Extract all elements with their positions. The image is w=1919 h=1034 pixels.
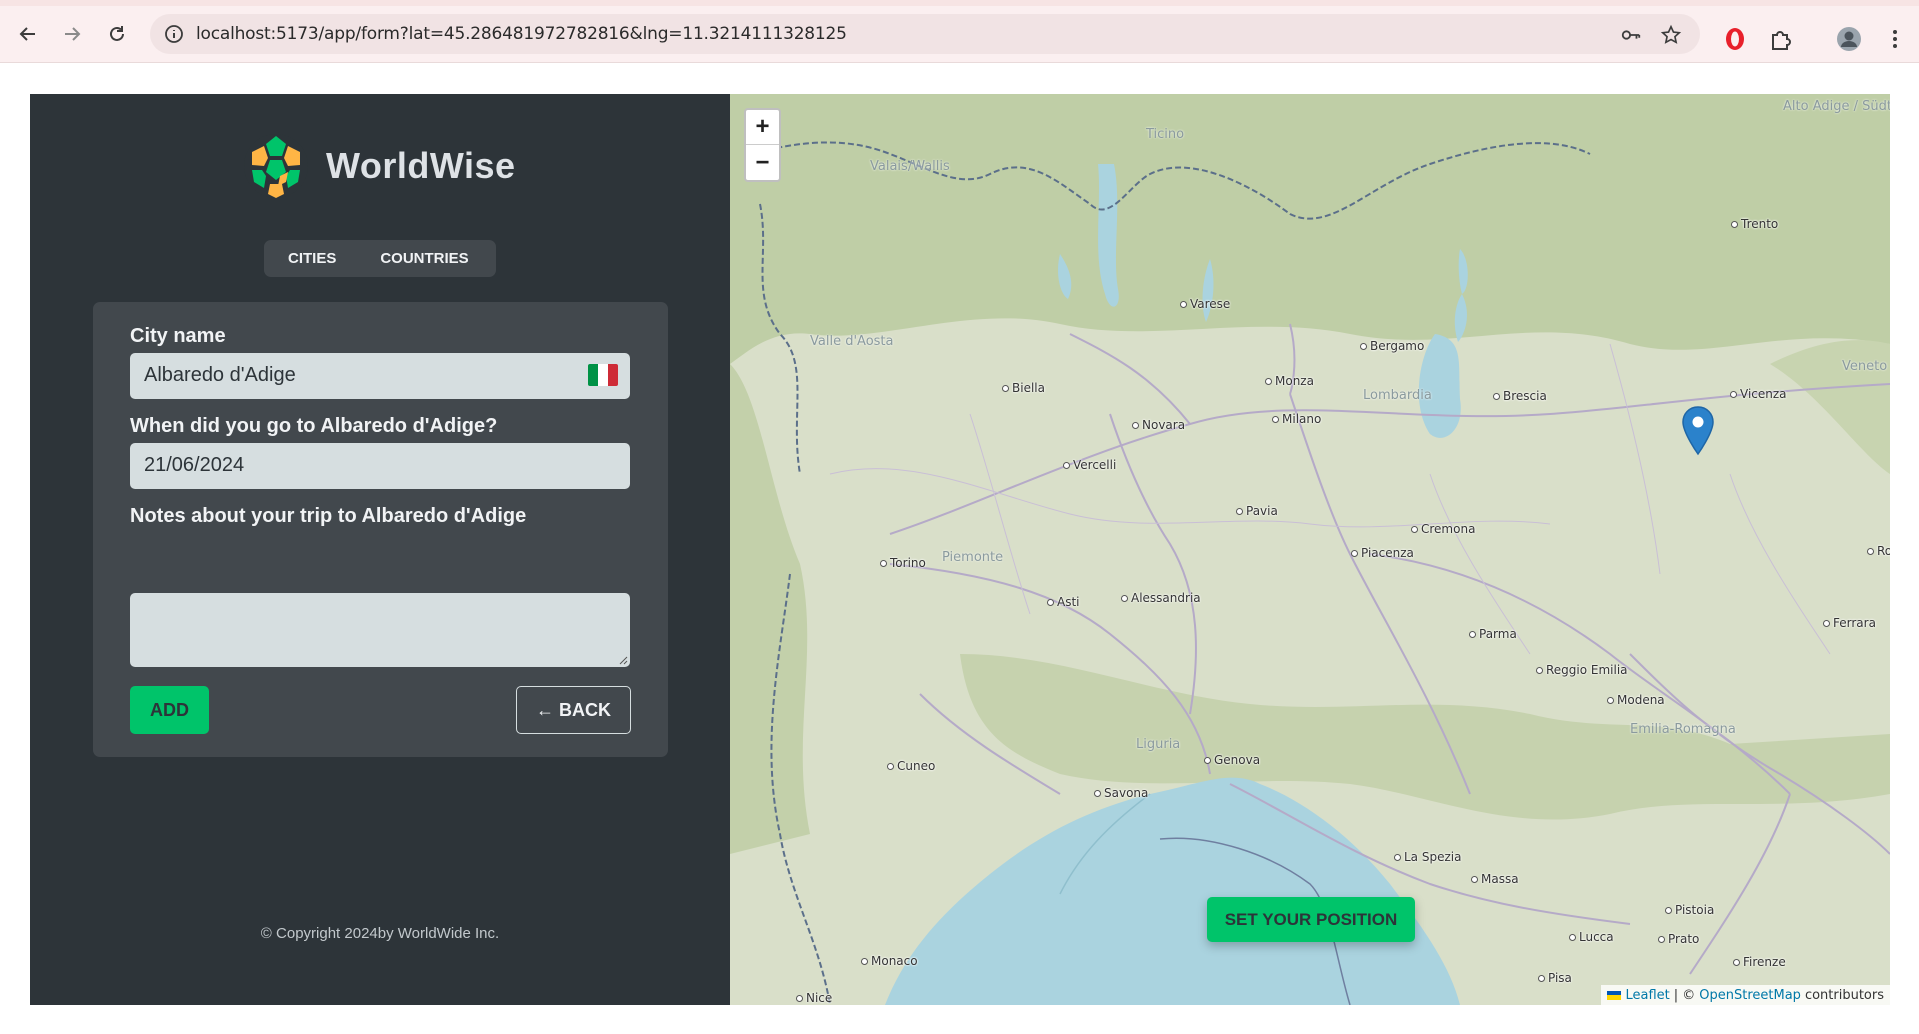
address-bar[interactable]: localhost:5173/app/form?lat=45.286481972… (150, 14, 1700, 54)
place-label: Modena (1607, 693, 1665, 707)
attribution-contributors: contributors (1804, 987, 1884, 1003)
date-value: 21/06/2024 (144, 454, 245, 476)
site-info-icon[interactable] (164, 24, 184, 44)
opera-extension-icon[interactable] (1722, 26, 1748, 52)
place-label: Reggio Emilia (1536, 663, 1628, 677)
place-label: Vicenza (1730, 387, 1787, 401)
date-label: When did you go to Albaredo d'Adige? (130, 415, 498, 437)
page-content: WorldWise CITIES COUNTRIES City name Alb… (0, 63, 1919, 1034)
region-label: Valais/Wallis (870, 159, 950, 174)
place-label: Monaco (861, 954, 918, 968)
kebab-menu-icon[interactable] (1882, 26, 1908, 52)
add-button[interactable]: ADD (130, 686, 209, 734)
region-label: Valle d'Aosta (810, 334, 894, 349)
place-label: Bergamo (1360, 339, 1424, 353)
place-label: Cuneo (887, 759, 935, 773)
place-label: Parma (1469, 627, 1517, 641)
add-city-form: City name Albaredo d'Adige When did you … (93, 302, 668, 757)
city-name-input[interactable]: Albaredo d'Adige (130, 353, 630, 399)
italy-flag-icon (588, 364, 618, 386)
forward-arrow-icon[interactable] (58, 20, 86, 48)
ukraine-flag-icon (1607, 990, 1622, 1000)
resize-handle-icon[interactable] (619, 656, 628, 665)
place-label: Brescia (1493, 389, 1547, 403)
tab-countries[interactable]: COUNTRIES (356, 240, 492, 277)
region-label: Ticino (1146, 127, 1185, 142)
place-label: Pistoia (1665, 903, 1714, 917)
map[interactable]: + − Ticino Valais/Wallis Valle d'Aosta L… (730, 94, 1890, 1005)
region-label: Alto Adige / Südtirol (1783, 99, 1890, 114)
browser-toolbar: localhost:5173/app/form?lat=45.286481972… (0, 6, 1919, 63)
place-label: Asti (1047, 595, 1080, 609)
place-label: Genova (1204, 753, 1260, 767)
notes-textarea[interactable] (130, 593, 630, 667)
place-label: Lucca (1569, 930, 1614, 944)
set-position-button[interactable]: SET YOUR POSITION (1207, 897, 1415, 942)
map-attribution: Leaflet | © OpenStreetMap contributors (1601, 985, 1890, 1005)
place-label: Piacenza (1351, 546, 1414, 560)
place-label: Varese (1180, 297, 1230, 311)
globe-logo-icon (244, 134, 308, 198)
region-label: Emilia-Romagna (1630, 722, 1736, 737)
sidebar: WorldWise CITIES COUNTRIES City name Alb… (30, 94, 730, 1005)
region-label: Liguria (1136, 737, 1181, 752)
place-label: Cremona (1411, 522, 1475, 536)
nav-tabs: CITIES COUNTRIES (264, 240, 496, 277)
place-label: Milano (1272, 412, 1321, 426)
zoom-control: + − (744, 108, 781, 182)
place-label: Prato (1658, 932, 1699, 946)
reload-icon[interactable] (103, 20, 131, 48)
openstreetmap-link[interactable]: OpenStreetMap (1699, 988, 1801, 1003)
place-label: Torino (880, 556, 926, 570)
region-label: Lombardia (1363, 388, 1432, 403)
copyright-text: © Copyright 2024by WorldWide Inc. (260, 925, 500, 942)
place-label: Savona (1094, 786, 1148, 800)
place-label: Biella (1002, 381, 1045, 395)
place-label: Pisa (1538, 971, 1572, 985)
key-icon[interactable] (1620, 24, 1642, 46)
place-label: Ferrara (1823, 616, 1876, 630)
logo-text: WorldWise (326, 145, 516, 186)
place-label: Nice (796, 991, 832, 1005)
attribution-separator: | © (1673, 987, 1696, 1003)
extensions-puzzle-icon[interactable] (1768, 26, 1794, 52)
map-tiles[interactable] (730, 94, 1890, 1005)
leaflet-link[interactable]: Leaflet (1625, 988, 1669, 1003)
notes-label: Notes about your trip to Albaredo d'Adig… (130, 505, 527, 527)
city-name-label: City name (130, 325, 226, 347)
place-label: Massa (1471, 872, 1519, 886)
bookmark-star-icon[interactable] (1660, 24, 1682, 46)
place-label: Vercelli (1063, 458, 1116, 472)
zoom-in-button[interactable]: + (746, 110, 779, 145)
app-layout: WorldWise CITIES COUNTRIES City name Alb… (30, 94, 1890, 1005)
url-text[interactable]: localhost:5173/app/form?lat=45.286481972… (196, 24, 847, 44)
place-label: Novara (1132, 418, 1185, 432)
map-marker-icon[interactable] (1681, 406, 1715, 456)
profile-avatar-icon[interactable] (1836, 26, 1862, 52)
place-label: Trento (1731, 217, 1778, 231)
place-label: Alessandria (1121, 591, 1201, 605)
city-name-value: Albaredo d'Adige (144, 364, 296, 386)
back-button[interactable]: ← BACK (516, 686, 631, 734)
logo[interactable]: WorldWise (242, 132, 516, 200)
place-label: La Spezia (1394, 850, 1461, 864)
place-label: Rovigo (1867, 544, 1890, 558)
back-arrow-icon[interactable] (14, 20, 42, 48)
place-label: Firenze (1733, 955, 1786, 969)
tab-cities[interactable]: CITIES (264, 240, 356, 277)
date-input[interactable]: 21/06/2024 (130, 443, 630, 489)
place-label: Pavia (1236, 504, 1278, 518)
region-label: Piemonte (942, 550, 1004, 565)
place-label: Monza (1265, 374, 1314, 388)
zoom-out-button[interactable]: − (746, 145, 779, 180)
region-label: Veneto (1842, 359, 1888, 374)
